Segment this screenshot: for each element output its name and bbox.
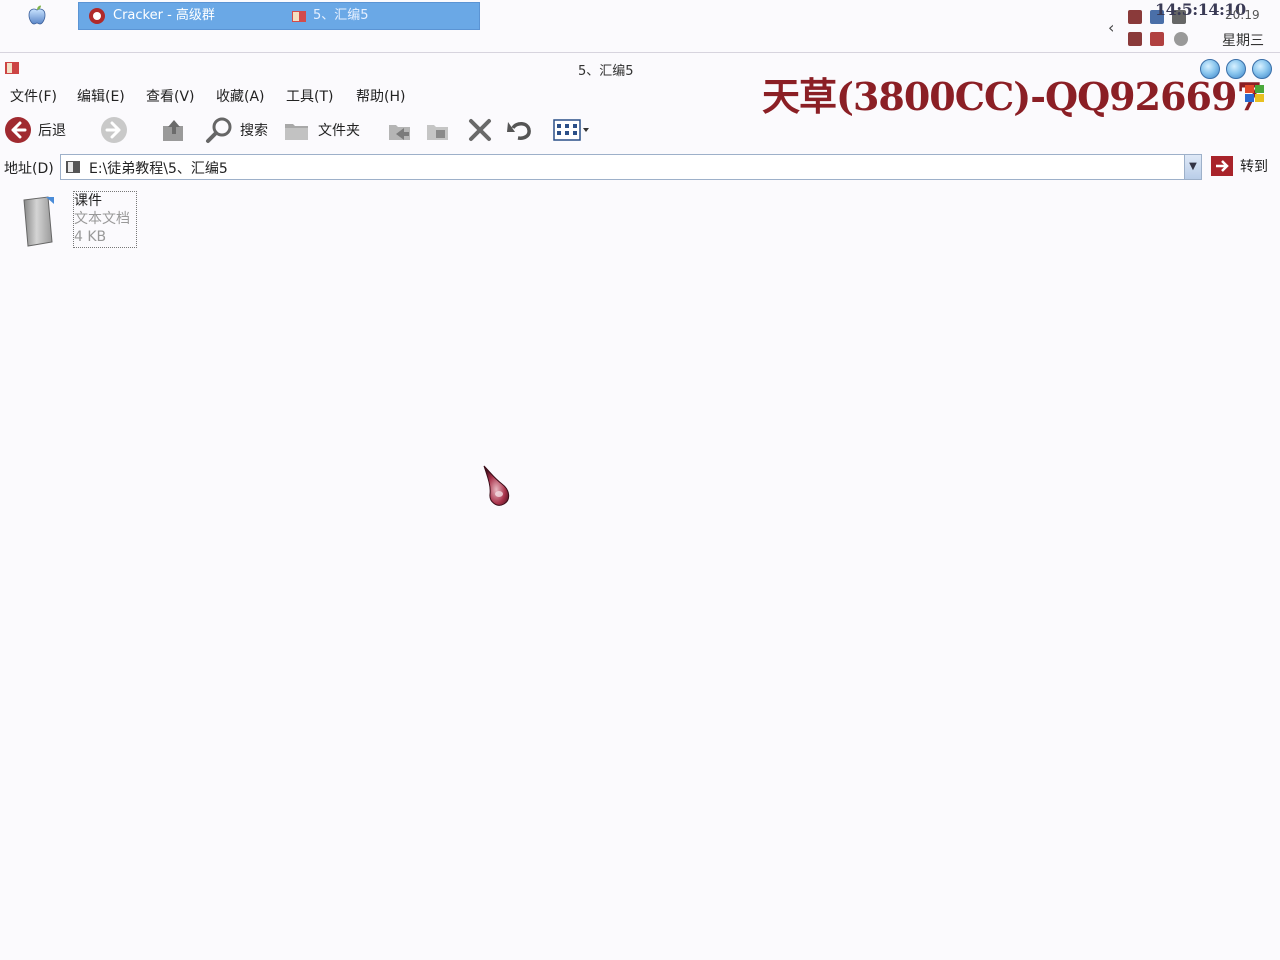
task-cracker-group[interactable]: Cracker - 高级群 [87, 3, 215, 29]
forward-arrow-icon [101, 117, 127, 143]
search-button[interactable]: 搜索 [204, 116, 268, 144]
apple-logo-icon[interactable] [26, 4, 48, 26]
up-folder-icon [163, 120, 183, 141]
clock-time: 20:19 [1225, 8, 1260, 22]
delete-x-icon [469, 119, 491, 141]
address-value: E:\徒弟教程\5、汇编5 [89, 161, 228, 177]
file-label-box: 课件 文本文档 4 KB [73, 191, 137, 248]
tray-expand-icon[interactable]: ‹ [1108, 18, 1114, 37]
tray-k-icon[interactable] [1128, 32, 1142, 46]
move-to-icon [389, 125, 410, 140]
back-label: 后退 [38, 123, 66, 139]
address-dropdown-icon[interactable]: ▼ [1184, 155, 1201, 179]
mouse-cursor-icon [483, 465, 510, 506]
menu-view[interactable]: 查看(V) [146, 86, 195, 106]
menu-help[interactable]: 帮助(H) [356, 86, 405, 106]
tray-security-icon[interactable] [1150, 32, 1164, 46]
menu-edit[interactable]: 编辑(E) [77, 86, 125, 106]
file-type: 文本文档 [74, 211, 130, 227]
menu-favorites[interactable]: 收藏(A) [216, 86, 265, 106]
folders-label: 文件夹 [318, 123, 360, 139]
copy-to-icon [427, 125, 448, 140]
window-title: 5、汇编5 [578, 64, 634, 79]
views-grid-icon [553, 119, 589, 141]
file-size: 4 KB [74, 229, 107, 245]
address-folder-icon [66, 161, 80, 173]
search-icon [206, 117, 232, 143]
tray-app-icon[interactable] [1128, 10, 1142, 24]
address-input[interactable]: E:\徒弟教程\5、汇编5 ▼ [60, 154, 1202, 180]
go-label: 转到 [1240, 159, 1268, 175]
task2-label: 5、汇编5 [313, 8, 369, 23]
undo-icon [507, 122, 531, 140]
taskbar-tasks: Cracker - 高级群 5、汇编5 [78, 2, 480, 30]
task1-label: Cracker - 高级群 [113, 8, 215, 23]
tray-status-icon[interactable] [1174, 32, 1188, 46]
menu-file[interactable]: 文件(F) [10, 86, 57, 106]
file-name: 课件 [74, 193, 102, 209]
file-item[interactable]: 课件 文本文档 4 KB [14, 190, 144, 250]
undo-button[interactable] [504, 116, 534, 144]
back-button[interactable]: 后退 [4, 116, 66, 144]
folders-button[interactable]: 文件夹 [282, 116, 360, 144]
go-arrow-icon [1211, 156, 1233, 176]
address-label: 地址(D) [4, 161, 54, 177]
toolbar: 后退 搜索 文件夹 [0, 112, 1280, 148]
search-label: 搜索 [240, 123, 268, 139]
go-button[interactable]: 转到 [1210, 154, 1268, 178]
task-explorer-window[interactable]: 5、汇编5 [291, 3, 369, 29]
copy-to-button[interactable] [424, 116, 452, 144]
folders-icon [285, 124, 308, 140]
menu-tools[interactable]: 工具(T) [286, 86, 333, 106]
views-button[interactable] [552, 116, 592, 144]
forward-button[interactable] [100, 116, 128, 144]
text-document-icon [23, 196, 54, 247]
clock-weekday: 星期三 [1222, 33, 1264, 49]
folder-window-icon [292, 10, 306, 22]
windows-logo-icon [1245, 85, 1264, 102]
taskbar: Cracker - 高级群 5、汇编5 ‹ 14:5:14:10 20:19 星… [0, 0, 1280, 53]
up-folder-button[interactable] [160, 116, 188, 144]
window-folder-icon [5, 62, 19, 74]
chat-app-icon [89, 7, 105, 24]
delete-button[interactable] [466, 116, 494, 144]
back-arrow-icon [5, 117, 31, 143]
move-to-button[interactable] [386, 116, 414, 144]
